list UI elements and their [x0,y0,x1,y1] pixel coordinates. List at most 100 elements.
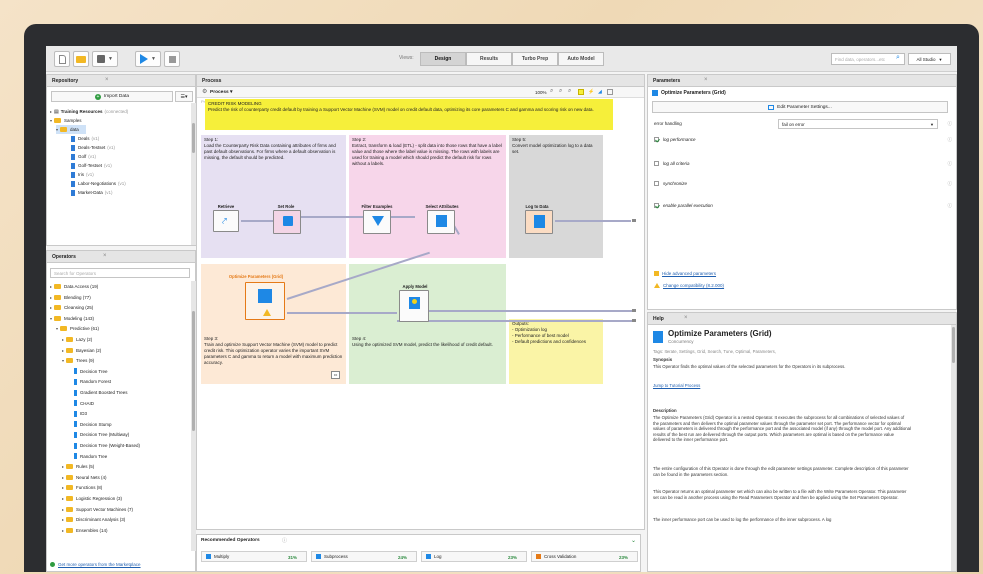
operator-filter-examples[interactable] [363,210,391,234]
list-item[interactable]: ▸ Neural Nets (4) [62,473,107,482]
fit-icon[interactable]: ⌕ [568,88,571,95]
list-item[interactable]: Decision Stump [68,420,112,429]
operator-select-attributes[interactable] [427,210,455,234]
zoom-in-icon[interactable]: ⌕ [550,88,553,95]
tutorial-link[interactable]: Jump to Tutorial Process [653,383,700,389]
parameters-tab[interactable]: Parameters × [648,75,956,87]
recommended-cross-validation[interactable]: Cross Validation 23% [531,551,638,562]
list-item[interactable]: Random Forest [68,377,111,386]
note-credit-risk[interactable]: CREDIT RISK MODELING Predict the risk of… [205,99,613,130]
open-process-button[interactable] [73,51,89,67]
checkbox[interactable] [654,137,659,142]
list-item[interactable]: ▸ Ensembles (14) [62,526,108,535]
list-item[interactable]: ▾ Predictive (61) [56,324,99,333]
note-icon[interactable] [578,89,584,95]
list-item[interactable]: Deals (v1) [71,134,99,143]
list-item[interactable]: ▸ Cleansing (25) [50,303,93,312]
process-breadcrumb[interactable]: Process ▾ [210,90,232,95]
import-data-button[interactable]: + Import Data [51,91,173,102]
list-item[interactable]: ▸ Logistic Regression (3) [62,494,122,503]
list-item[interactable]: Decision Tree (Multiway) [68,430,129,439]
process-tab[interactable]: Process [197,75,644,87]
list-item[interactable]: Gradient Boosted Trees [68,388,128,397]
checkbox[interactable] [654,181,659,186]
list-item[interactable]: ▸ Blending (77) [50,293,91,302]
operator-retrieve[interactable]: ⤤ [213,210,239,232]
layout-icon[interactable]: ◢ [598,89,602,95]
parameter-option[interactable]: log all criteria [654,161,690,166]
save-process-button[interactable]: ▼ [92,51,118,67]
parameter-option[interactable]: synchronize [654,181,687,186]
note-step5[interactable]: Step 5: Convert model optimization log t… [509,135,603,258]
error-handling-select[interactable]: fail on error ▼ [778,119,938,129]
stop-process-button[interactable] [164,51,180,67]
help-icon[interactable]: ⓘ [948,137,953,143]
change-compatibility-link[interactable]: Change compatibility (8.2.000) [654,283,724,288]
close-icon[interactable]: × [704,77,708,83]
marketplace-link[interactable]: Get more operators from the Marketplace [50,560,141,569]
repository-menu-button[interactable]: ☰▾ [175,91,193,102]
edit-parameter-settings-button[interactable]: Edit Parameter Settings... [652,101,948,113]
grid-icon[interactable] [607,89,613,95]
result-port[interactable] [632,319,636,322]
list-item[interactable]: ID3 [68,409,87,418]
list-item[interactable]: ▾ Samples [50,116,82,125]
close-icon[interactable]: × [105,77,109,83]
list-item[interactable]: Iris (v1) [71,170,94,179]
recommended-multiply[interactable]: Multiply 31% [201,551,307,562]
list-item[interactable]: ▸ ▤ Training Resources (connected) [50,107,128,116]
list-item[interactable]: Golf (v1) [71,152,96,161]
parameter-option[interactable]: log performance [654,137,696,142]
note-step2[interactable]: Step 2: Extract, transform & load (ETL) … [349,135,506,258]
studio-selector[interactable]: All Studio ▼ [908,53,951,65]
run-process-button[interactable]: ▼ [135,51,161,67]
list-item[interactable]: Decision Tree (Weight-Based) [68,441,140,450]
repository-tab[interactable]: Repository × [47,75,195,87]
subprocess-expand-icon[interactable]: ▭ [331,371,340,379]
list-item[interactable]: ▸ Bayesian (2) [62,346,101,355]
list-item[interactable]: ▸ Functions (8) [62,483,102,492]
list-item[interactable]: CHAID [68,399,94,408]
help-icon[interactable]: ⓘ [948,161,953,167]
help-icon[interactable]: ⓘ [948,203,953,209]
list-item[interactable]: ▸ Lazy (2) [62,335,92,344]
global-search-input[interactable]: Find data, operators...etc [831,53,905,65]
operator-search-input[interactable]: Search for Operators [50,268,190,278]
list-item[interactable]: Golf-Testset (v1) [71,161,112,170]
close-icon[interactable]: × [103,253,107,259]
result-port[interactable] [632,309,636,312]
list-item[interactable]: Deals-Testset (v1) [71,143,115,152]
tab-turbo-prep[interactable]: Turbo Prep [512,52,558,66]
list-item[interactable]: ▾ Modeling (143) [50,314,94,323]
checkbox[interactable] [654,203,659,208]
list-item[interactable]: ▸ Rules (5) [62,462,94,471]
zoom-out-icon[interactable]: ⌕ [559,88,562,95]
operator-optimize-parameters[interactable] [245,282,285,320]
help-icon[interactable]: ⓘ [948,181,953,187]
recommended-subprocess[interactable]: Subprocess 24% [311,551,417,562]
new-process-button[interactable] [54,51,70,67]
info-icon[interactable]: ⓘ [282,537,287,544]
help-scrollbar[interactable] [951,325,956,571]
parameter-option[interactable]: enable parallel execution [654,203,713,208]
list-item[interactable]: Market-Data (v1) [71,188,113,197]
note-step4[interactable] [349,264,506,384]
result-port[interactable] [632,219,636,222]
operator-apply-model[interactable] [399,290,429,322]
list-item[interactable]: Labor-Negotiations (v1) [71,179,126,188]
checkbox[interactable] [654,161,659,166]
list-item[interactable]: ▸ Data Access (19) [50,282,98,291]
operators-tab[interactable]: Operators × [47,251,195,263]
collapse-icon[interactable]: ⌄ [631,537,636,544]
help-icon[interactable]: ⓘ [948,121,953,127]
process-canvas[interactable]: CREDIT RISK MODELING Predict the risk of… [197,98,644,529]
note-step1[interactable]: Step 1: Load the Counterparty Risk Data … [201,135,346,258]
list-item[interactable]: ▸ Support Vector Machines (7) [62,505,133,514]
tab-design[interactable]: Design [420,52,466,66]
list-item[interactable]: ▸ Discriminant Analysis (3) [62,515,125,524]
help-tab[interactable]: Help × [648,313,956,325]
tab-auto-model[interactable]: Auto Model [558,52,604,66]
close-icon[interactable]: × [684,315,688,321]
tab-results[interactable]: Results [466,52,512,66]
list-item[interactable]: ▾ data [56,125,86,134]
